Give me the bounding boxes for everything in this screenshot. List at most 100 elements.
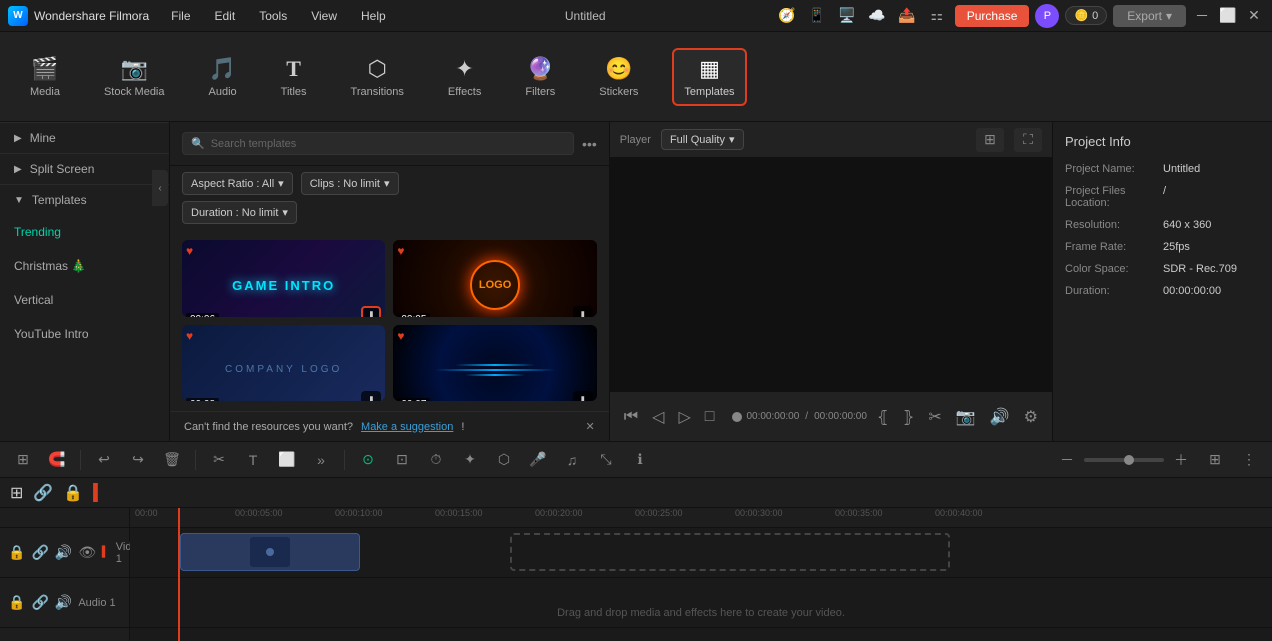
tool-audio[interactable]: 🎵 Audio [199, 50, 247, 104]
tl-mic-button[interactable]: 🎤 [525, 447, 551, 473]
download-btn-game[interactable]: ⬇ [361, 306, 381, 317]
category-christmas[interactable]: Christmas 🎄 [0, 249, 169, 283]
zoom-slider[interactable] [1084, 458, 1164, 462]
search-box[interactable]: 🔍 Search templates [182, 132, 574, 155]
playhead[interactable] [178, 508, 180, 641]
suggestion-link[interactable]: Make a suggestion [361, 421, 453, 433]
tool-transitions[interactable]: ⬡ Transitions [341, 50, 414, 104]
template-card-blue-particles[interactable]: ♥ 00:07 ⬇ Blue Particles [393, 325, 596, 402]
minimize-button[interactable]: － [1192, 6, 1212, 26]
tl-layout-button[interactable]: ⊞ [10, 447, 36, 473]
grid-icon[interactable]: ⚏ [925, 4, 949, 28]
template-card-logo-reveal[interactable]: LOGO ♥ 00:05 ⬇ Modern Logo Reveal 09 [393, 240, 596, 317]
audio-lock-icon[interactable]: 🔒 [8, 594, 25, 611]
track-link-icon[interactable]: 🔒 [63, 483, 83, 503]
fullscreen-button[interactable]: ⛶ [1014, 128, 1042, 152]
download-btn-logo[interactable]: ⬇ [573, 306, 593, 317]
video-link-icon[interactable]: 🔗 [31, 544, 48, 561]
download-btn-blue[interactable]: ⬇ [573, 391, 593, 402]
frame-forward-button[interactable]: □ [701, 404, 719, 430]
filters-icon: 🔮 [527, 56, 554, 82]
audio-meter[interactable]: 🔊 [986, 403, 1014, 431]
mark-out-button[interactable]: ⦄ [899, 403, 919, 431]
video-eye-icon[interactable]: 👁 [78, 544, 96, 561]
suggestion-close-button[interactable]: ✕ [586, 420, 595, 433]
tl-ai-button[interactable]: ✦ [457, 447, 483, 473]
video-lock-icon[interactable]: 🔒 [8, 544, 25, 561]
audio-mute-icon[interactable]: 🔊 [55, 594, 72, 611]
category-vertical[interactable]: Vertical [0, 283, 169, 317]
panel-collapse-button[interactable]: ‹ [152, 170, 168, 206]
tl-delete-button[interactable]: 🗑 [159, 447, 185, 473]
video-clip[interactable] [180, 533, 360, 571]
tl-more-options[interactable]: ⋮ [1236, 447, 1262, 473]
cloud-icon[interactable]: ☁️ [865, 4, 889, 28]
tl-motion-button[interactable]: ⤡ [593, 447, 619, 473]
tool-templates[interactable]: ▦ Templates [672, 48, 746, 106]
tool-effects[interactable]: ✦ Effects [438, 50, 491, 104]
tl-more-button[interactable]: » [308, 447, 334, 473]
add-track-icon[interactable]: ⊞ [10, 483, 23, 503]
skip-back-button[interactable]: ⏮ [620, 404, 642, 430]
maximize-button[interactable]: ⬜ [1218, 6, 1238, 26]
tl-grid-view[interactable]: ⊞ [1202, 447, 1228, 473]
menu-file[interactable]: File [161, 5, 200, 27]
camera-button[interactable]: 📷 [952, 403, 980, 431]
download-btn-company[interactable]: ⬇ [361, 391, 381, 402]
section-split-screen[interactable]: ▶ Split Screen [0, 153, 169, 184]
tl-crop-button[interactable]: ⬜ [274, 447, 300, 473]
frame-back-button[interactable]: ◁ [648, 403, 668, 431]
screen-icon[interactable]: 📱 [805, 4, 829, 28]
more-button[interactable]: ••• [582, 136, 597, 152]
tool-media[interactable]: 🎬 Media [20, 50, 70, 104]
tl-redo-button[interactable]: ↪ [125, 447, 151, 473]
drop-zone[interactable] [510, 533, 950, 571]
video-mute-icon[interactable]: 🔊 [55, 544, 72, 561]
tl-undo-button[interactable]: ↩ [91, 447, 117, 473]
nav-icon[interactable]: 🧭 [775, 4, 799, 28]
tl-cut-button[interactable]: ✂ [206, 447, 232, 473]
duration-filter[interactable]: Duration : No limit ▾ [182, 201, 297, 224]
zoom-out-button[interactable]: － [1054, 447, 1080, 473]
menu-view[interactable]: View [301, 5, 347, 27]
clips-filter[interactable]: Clips : No limit ▾ [301, 172, 399, 195]
tool-stock-media[interactable]: 📷 Stock Media [94, 50, 175, 104]
quality-dropdown[interactable]: Full Quality ▾ [661, 129, 744, 150]
section-mine[interactable]: ▶ Mine [0, 122, 169, 153]
tool-filters[interactable]: 🔮 Filters [515, 50, 565, 104]
template-card-company[interactable]: COMPANY LOGO ♥ 00:08 ⬇ Company Intro [182, 325, 385, 402]
add-audio-icon[interactable]: 🔗 [33, 483, 53, 503]
purchase-button[interactable]: Purchase [955, 5, 1030, 27]
tool-stickers[interactable]: 😊 Stickers [589, 50, 648, 104]
section-templates[interactable]: ▼ Templates [0, 184, 169, 215]
tl-ripple-button[interactable]: ⊙ [355, 447, 381, 473]
play-button[interactable]: ▷ [674, 403, 694, 431]
tl-clip-info[interactable]: ℹ [627, 447, 653, 473]
audio-link-icon[interactable]: 🔗 [31, 594, 48, 611]
profile-avatar[interactable]: P [1035, 4, 1059, 28]
tl-audio-btn[interactable]: ♫ [559, 447, 585, 473]
tl-mask-button[interactable]: ⬡ [491, 447, 517, 473]
grid-view-button[interactable]: ⊞ [976, 128, 1004, 152]
tool-titles[interactable]: T Titles [271, 50, 317, 104]
zoom-in-button[interactable]: ＋ [1168, 447, 1194, 473]
share-icon[interactable]: 📤 [895, 4, 919, 28]
monitor-icon[interactable]: 🖥️ [835, 4, 859, 28]
tl-text-button[interactable]: T [240, 447, 266, 473]
category-youtube-intro[interactable]: YouTube Intro [0, 317, 169, 351]
settings-more[interactable]: ⚙ [1020, 403, 1042, 431]
tl-speed-button[interactable]: ⏱ [423, 447, 449, 473]
menu-edit[interactable]: Edit [205, 5, 246, 27]
category-trending[interactable]: Trending [0, 215, 169, 249]
track-color-icon[interactable]: ▍ [93, 483, 105, 503]
menu-tools[interactable]: Tools [249, 5, 297, 27]
tl-magnet-button[interactable]: 🧲 [44, 447, 70, 473]
template-card-game-intro[interactable]: GAME INTRO ♥ 00:06 ⬇ Intro Gaming Opener… [182, 240, 385, 317]
aspect-ratio-filter[interactable]: Aspect Ratio : All ▾ [182, 172, 293, 195]
menu-help[interactable]: Help [351, 5, 396, 27]
mark-in-button[interactable]: ⦃ [873, 403, 893, 431]
split-button[interactable]: ✂ [924, 403, 945, 431]
export-button[interactable]: Export ▾ [1113, 5, 1186, 27]
tl-transform-button[interactable]: ⊡ [389, 447, 415, 473]
close-button[interactable]: ✕ [1244, 6, 1264, 26]
